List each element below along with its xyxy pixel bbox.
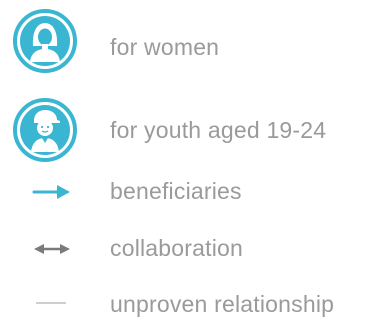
legend-item-youth: for youth aged 19-24 [0,97,381,163]
legend-item-collaboration: collaboration [0,229,381,269]
legend-label: for women [110,34,220,60]
double-arrow-icon [34,244,70,254]
legend: for women for youth aged 19-24 beneficia… [0,0,381,326]
legend-label: beneficiaries [110,178,242,204]
legend-label: for youth aged 19-24 [110,117,327,143]
legend-label: collaboration [110,235,244,261]
dash-line-icon [36,302,66,304]
legend-label: unproven relationship [110,291,335,317]
legend-item-beneficiaries: beneficiaries [0,172,381,212]
woman-icon [13,9,77,73]
youth-icon [13,98,77,162]
legend-item-unproven: unproven relationship [0,283,381,323]
legend-item-women: for women [0,8,381,73]
arrow-right-icon [32,185,70,199]
